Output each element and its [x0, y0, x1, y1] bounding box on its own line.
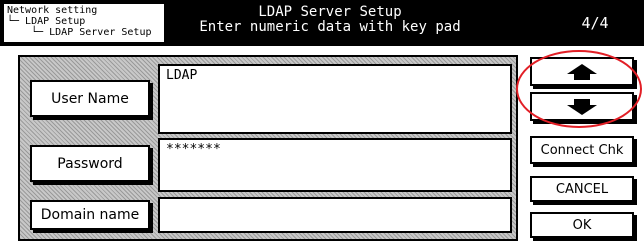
page-title: LDAP Server Setup: [258, 4, 402, 20]
domain-name-button[interactable]: Domain name: [30, 200, 150, 230]
connect-check-button[interactable]: Connect Chk: [530, 136, 634, 164]
header-bar: Network setting └─ LDAP Setup └─ LDAP Se…: [0, 0, 644, 46]
password-button[interactable]: Password: [30, 145, 150, 182]
cancel-button[interactable]: CANCEL: [530, 176, 634, 202]
breadcrumb-level-3: └─ LDAP Server Setup: [7, 27, 152, 38]
password-field[interactable]: *******: [158, 138, 512, 192]
breadcrumb: Network setting └─ LDAP Setup └─ LDAP Se…: [3, 3, 165, 43]
breadcrumb-level-2: └─ LDAP Setup: [7, 16, 86, 27]
user-name-button[interactable]: User Name: [30, 80, 150, 117]
user-name-field[interactable]: LDAP: [158, 64, 512, 134]
highlight-circle: [516, 50, 642, 128]
page-indicator: 4/4: [581, 14, 609, 32]
ok-button[interactable]: OK: [530, 212, 634, 238]
page-instruction: Enter numeric data with key pad: [199, 19, 461, 35]
page-title-block: LDAP Server Setup Enter numeric data wit…: [170, 5, 490, 35]
domain-name-field[interactable]: [158, 197, 512, 233]
breadcrumb-level-1: Network setting: [7, 5, 98, 16]
